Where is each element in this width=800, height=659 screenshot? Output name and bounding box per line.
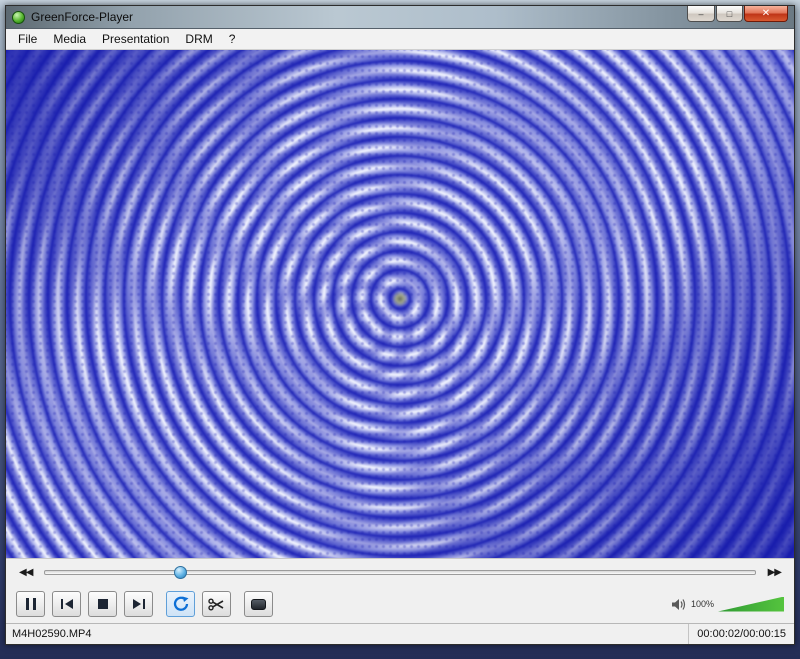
close-button[interactable]: ✕ bbox=[744, 6, 788, 22]
scissors-icon bbox=[208, 598, 224, 611]
volume-control[interactable]: 100% bbox=[671, 596, 784, 612]
stop-button[interactable] bbox=[88, 591, 117, 617]
seek-track[interactable] bbox=[44, 565, 756, 579]
player-window: GreenForce-Player – □ ✕ File Media Prese… bbox=[5, 5, 795, 645]
stop-icon bbox=[97, 599, 108, 609]
video-display[interactable] bbox=[6, 50, 794, 558]
step-back-button[interactable] bbox=[52, 591, 81, 617]
menu-help[interactable]: ? bbox=[221, 30, 244, 48]
window-title: GreenForce-Player bbox=[31, 10, 134, 24]
step-forward-icon bbox=[132, 599, 145, 609]
menubar: File Media Presentation DRM ? bbox=[6, 29, 794, 50]
step-forward-button[interactable] bbox=[124, 591, 153, 617]
pause-button[interactable] bbox=[16, 591, 45, 617]
window-controls: – □ ✕ bbox=[687, 6, 788, 22]
capture-button[interactable] bbox=[244, 591, 273, 617]
statusbar: M4H02590.MP4 00:00:02/00:00:15 bbox=[6, 623, 794, 644]
menu-media[interactable]: Media bbox=[45, 30, 94, 48]
video-frame-ripple-pattern bbox=[6, 50, 794, 558]
pause-icon bbox=[25, 598, 36, 610]
filename-label: M4H02590.MP4 bbox=[12, 628, 92, 640]
fast-forward-icon[interactable]: ▶▶ bbox=[765, 565, 784, 580]
seek-thumb[interactable] bbox=[174, 565, 188, 579]
menu-file[interactable]: File bbox=[10, 30, 45, 48]
menu-presentation[interactable]: Presentation bbox=[94, 30, 177, 48]
titlebar[interactable]: GreenForce-Player – □ ✕ bbox=[6, 6, 794, 29]
step-back-icon bbox=[60, 599, 73, 609]
transport-controls: 100% bbox=[6, 585, 794, 623]
rewind-icon[interactable]: ◀◀ bbox=[16, 565, 35, 580]
loop-button[interactable] bbox=[166, 591, 195, 617]
seek-row: ◀◀ ▶▶ bbox=[6, 558, 794, 585]
cut-button[interactable] bbox=[202, 591, 231, 617]
close-icon: ✕ bbox=[761, 8, 771, 19]
volume-percent-label: 100% bbox=[690, 599, 714, 609]
app-icon bbox=[12, 10, 25, 24]
volume-wedge[interactable] bbox=[718, 596, 784, 612]
time-label: 00:00:02/00:00:15 bbox=[688, 624, 794, 644]
menu-drm[interactable]: DRM bbox=[177, 30, 220, 48]
maximize-icon: □ bbox=[726, 8, 733, 19]
capture-icon bbox=[251, 598, 266, 610]
speaker-icon bbox=[671, 598, 686, 610]
loop-icon bbox=[173, 596, 188, 611]
minimize-button[interactable]: – bbox=[687, 6, 715, 22]
minimize-icon: – bbox=[698, 8, 704, 19]
maximize-button[interactable]: □ bbox=[716, 6, 743, 22]
